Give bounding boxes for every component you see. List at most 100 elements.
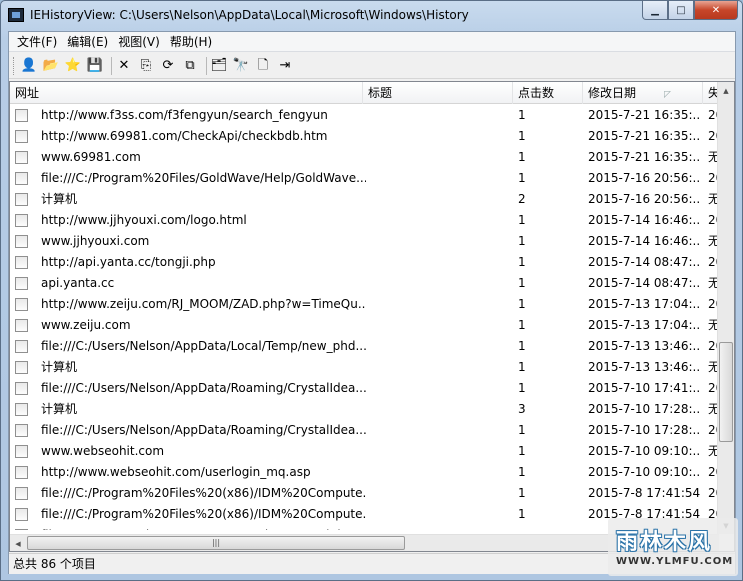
row-checkbox[interactable] [15, 466, 28, 479]
column-header-hits[interactable]: 点击数 [513, 82, 583, 104]
table-row[interactable]: 计算机 1 2015-7-13 13:46:... 无 [10, 357, 722, 378]
vertical-scroll-thumb[interactable] [719, 342, 733, 442]
horizontal-scroll-thumb[interactable]: ||| [27, 536, 405, 550]
row-checkbox[interactable] [15, 109, 28, 122]
cell-modified: 2015-7-16 20:56:... [588, 192, 700, 206]
column-header-title[interactable]: 标题 [363, 82, 513, 104]
row-checkbox[interactable] [15, 319, 28, 332]
cell-title [368, 462, 513, 483]
row-checkbox[interactable] [15, 214, 28, 227]
row-checkbox[interactable] [15, 151, 28, 164]
person-icon[interactable]: 👤 [20, 57, 38, 75]
cell-hits: 1 [518, 276, 526, 290]
exit-icon[interactable]: ⇥ [276, 57, 294, 75]
scroll-left-icon[interactable]: ◀ [10, 535, 26, 551]
cell-modified: 2015-7-14 16:46:... [588, 213, 700, 227]
menu-view[interactable]: 视图(V) [113, 33, 165, 51]
table-row[interactable]: www.69981.com 1 2015-7-21 16:35:... 无 [10, 147, 722, 168]
paste-icon[interactable]: ⧉ [181, 57, 199, 75]
scroll-up-icon[interactable]: ▲ [718, 82, 734, 99]
table-row[interactable]: www.jjhyouxi.com 1 2015-7-14 16:46:... 无 [10, 231, 722, 252]
row-checkbox[interactable] [15, 529, 28, 530]
save-icon[interactable]: 💾 [86, 57, 104, 75]
table-row[interactable]: file:///C:/Users/Nelson/AppData/Roaming/… [10, 420, 722, 441]
column-header-url[interactable]: 网址 [10, 82, 363, 104]
row-checkbox[interactable] [15, 403, 28, 416]
table-row[interactable]: http://www.69981.com/CheckApi/checkbdb.h… [10, 126, 722, 147]
table-row[interactable]: http://api.yanta.cc/tongji.php 1 2015-7-14… [10, 252, 722, 273]
table-row[interactable]: api.yanta.cc 1 2015-7-14 08:47:... 无 [10, 273, 722, 294]
table-row[interactable]: http://www.jjhyouxi.com/logo.html 1 2015-7… [10, 210, 722, 231]
menu-bar: 文件(F) 编辑(E) 视图(V) 帮助(H) [9, 32, 735, 52]
menu-help[interactable]: 帮助(H) [165, 33, 217, 51]
menu-file[interactable]: 文件(F) [12, 33, 62, 51]
cell-url: file:///C:/Program%20Files%20(x86)/IDM%2… [41, 486, 366, 500]
watermark-logo: 雨林木风 WWW.YLMFU.COM [608, 518, 738, 576]
cell-url: file:///C:/Users/Nelson/AppData/Local/Te… [41, 339, 366, 353]
table-row[interactable]: file:///C:/Program%20Files%20(x86)/IDM%2… [10, 483, 722, 504]
cell-modified: 2015-7-10 17:28:... [588, 402, 700, 416]
row-checkbox[interactable] [15, 487, 28, 500]
favorites-icon[interactable]: ⭐ [64, 57, 82, 75]
row-checkbox[interactable] [15, 193, 28, 206]
cell-hits: 1 [518, 129, 526, 143]
row-checkbox[interactable] [15, 508, 28, 521]
cell-modified: 2015-7-13 13:46:... [588, 360, 700, 374]
vertical-scrollbar[interactable]: ▲ ▼ [717, 82, 734, 534]
minimize-button[interactable]: ▁ [642, 1, 668, 20]
row-checkbox[interactable] [15, 298, 28, 311]
table-row[interactable]: 计算机 3 2015-7-10 17:28:... 无 [10, 399, 722, 420]
copy-icon[interactable]: ⎘ [137, 57, 155, 75]
cell-hits: 1 [518, 423, 526, 437]
properties-icon[interactable]: 🗂 [210, 57, 228, 75]
maximize-button[interactable]: □ [668, 1, 694, 20]
cell-modified: 2015-7-21 16:35:... [588, 150, 700, 164]
toolbar-grip[interactable] [13, 56, 16, 75]
watermark-title: 雨林木风 [616, 530, 713, 555]
status-text: 总共 86 个项目 [13, 557, 96, 571]
row-checkbox[interactable] [15, 445, 28, 458]
row-checkbox[interactable] [15, 277, 28, 290]
table-row[interactable]: http://www.webseohit.com/userlogin_mq.as… [10, 462, 722, 483]
cell-modified: 2015-7-16 20:56:... [588, 171, 700, 185]
cell-url: http://www.webseohit.com/userlogin_mq.as… [41, 465, 311, 479]
table-row[interactable]: www.webseohit.com 1 2015-7-10 09:10:... 无 [10, 441, 722, 462]
row-checkbox[interactable] [15, 424, 28, 437]
cell-title [368, 294, 513, 315]
title-bar[interactable]: IEHistoryView: C:\Users\Nelson\AppData\L… [1, 1, 742, 31]
row-checkbox[interactable] [15, 361, 28, 374]
folder-open-icon[interactable]: 📂 [42, 57, 60, 75]
cell-hits: 1 [518, 486, 526, 500]
table-row[interactable]: file:///C:/Users/Nelson/AppData/Local/Te… [10, 336, 722, 357]
menu-edit[interactable]: 编辑(E) [62, 33, 113, 51]
cell-title [368, 441, 513, 462]
table-row[interactable]: file:///C:/Users/Nelson/AppData/Roaming/… [10, 378, 722, 399]
cell-title [368, 189, 513, 210]
cell-url: 计算机 [41, 402, 78, 416]
table-row[interactable]: 计算机 2 2015-7-16 20:56:... 无 [10, 189, 722, 210]
table-row[interactable]: http://www.f3ss.com/f3fengyun/search_fen… [10, 105, 722, 126]
row-checkbox[interactable] [15, 130, 28, 143]
close-button[interactable]: ✕ [694, 1, 738, 20]
client-area: 文件(F) 编辑(E) 视图(V) 帮助(H) 👤 📂 ⭐ 💾 ✕ ⎘ ⟳ ⧉ 🗂 🔭 🗋 ⇥ 网址 … [8, 31, 736, 574]
table-row[interactable]: file:///C:/Program%20Files/GoldWave/Help… [10, 168, 722, 189]
cell-url: file:///C:/Users/Nelson/AppData/Roaming/… [41, 525, 366, 530]
new-doc-icon[interactable]: 🗋 [254, 57, 272, 75]
table-row[interactable]: http://www.zeiju.com/RJ_MOOM/ZAD.php?w=T… [10, 294, 722, 315]
row-checkbox[interactable] [15, 382, 28, 395]
find-icon[interactable]: 🔭 [232, 57, 250, 75]
refresh-icon[interactable]: ⟳ [159, 57, 177, 75]
row-checkbox[interactable] [15, 256, 28, 269]
cell-modified: 2015-7-13 17:04:... [588, 297, 700, 311]
cell-title [368, 483, 513, 504]
cell-title [368, 273, 513, 294]
row-checkbox[interactable] [15, 235, 28, 248]
table-row[interactable]: www.zeiju.com 1 2015-7-13 17:04:... 无 [10, 315, 722, 336]
history-list[interactable]: 网址 标题 点击数 修改日期 ◸ 失 http://www.f3ss.com/f3… [9, 81, 735, 552]
delete-icon[interactable]: ✕ [115, 57, 133, 75]
column-header-modified[interactable]: 修改日期 ◸ [583, 82, 703, 104]
row-checkbox[interactable] [15, 340, 28, 353]
cell-title [368, 231, 513, 252]
toolbar: 👤 📂 ⭐ 💾 ✕ ⎘ ⟳ ⧉ 🗂 🔭 🗋 ⇥ [9, 53, 735, 79]
row-checkbox[interactable] [15, 172, 28, 185]
